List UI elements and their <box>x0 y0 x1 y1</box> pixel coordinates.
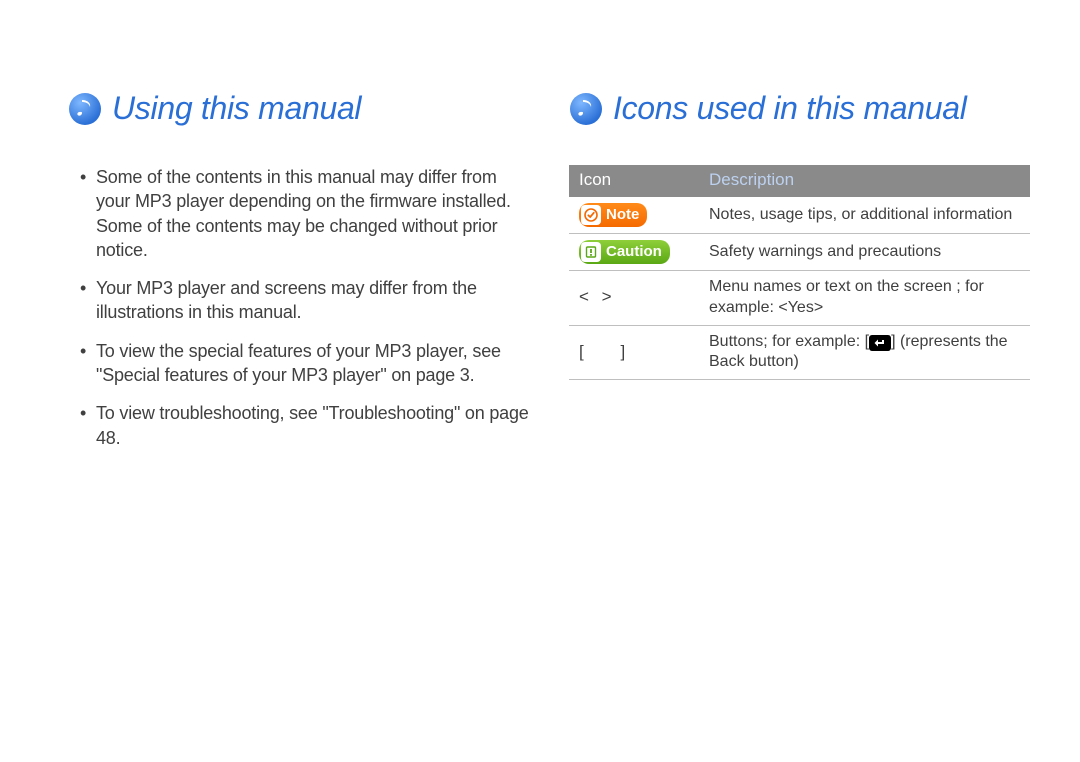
icon-cell-note: Note <box>569 197 699 234</box>
square-bracket-symbol: [ ] <box>579 342 641 361</box>
music-note-icon <box>68 92 102 126</box>
caution-badge-label: Caution <box>606 242 662 262</box>
table-row: Caution Safety warnings and precautions <box>569 234 1030 271</box>
back-button-icon <box>869 335 891 351</box>
left-bullet-list: Some of the contents in this manual may … <box>68 165 529 450</box>
left-column: Using this manual Some of the contents i… <box>68 90 529 464</box>
music-note-icon <box>569 92 603 126</box>
note-badge-icon <box>581 205 601 225</box>
list-item: To view troubleshooting, see "Troublesho… <box>78 401 529 450</box>
right-heading: Icons used in this manual <box>569 90 1030 127</box>
icon-cell-square-brackets: [ ] <box>569 325 699 380</box>
note-badge: Note <box>579 203 647 227</box>
table-row: Note Notes, usage tips, or additional in… <box>569 197 1030 234</box>
right-column: Icons used in this manual Icon Descripti… <box>569 90 1030 464</box>
right-title: Icons used in this manual <box>613 90 967 127</box>
desc-cell: Menu names or text on the screen ; for e… <box>699 271 1030 326</box>
left-heading: Using this manual <box>68 90 529 127</box>
icon-cell-angle-brackets: < > <box>569 271 699 326</box>
desc-cell: Safety warnings and precautions <box>699 234 1030 271</box>
desc-cell: Notes, usage tips, or additional informa… <box>699 197 1030 234</box>
icon-cell-caution: Caution <box>569 234 699 271</box>
desc-cell: Buttons; for example: [] (represents the… <box>699 325 1030 380</box>
list-item: Your MP3 player and screens may differ f… <box>78 276 529 325</box>
desc-pre: Buttons; for example: [ <box>709 333 869 350</box>
caution-badge-icon <box>581 242 601 262</box>
caution-badge: Caution <box>579 240 670 264</box>
header-icon: Icon <box>569 165 699 197</box>
table-row: [ ] Buttons; for example: [] (represents… <box>569 325 1030 380</box>
list-item: To view the special features of your MP3… <box>78 339 529 388</box>
angle-bracket-symbol: < > <box>579 287 616 306</box>
list-item: Some of the contents in this manual may … <box>78 165 529 262</box>
icons-table: Icon Description N <box>569 165 1030 380</box>
note-badge-label: Note <box>606 205 639 225</box>
table-row: < > Menu names or text on the screen ; f… <box>569 271 1030 326</box>
document-page: Using this manual Some of the contents i… <box>0 0 1080 464</box>
table-header-row: Icon Description <box>569 165 1030 197</box>
left-title: Using this manual <box>112 90 361 127</box>
header-description: Description <box>699 165 1030 197</box>
